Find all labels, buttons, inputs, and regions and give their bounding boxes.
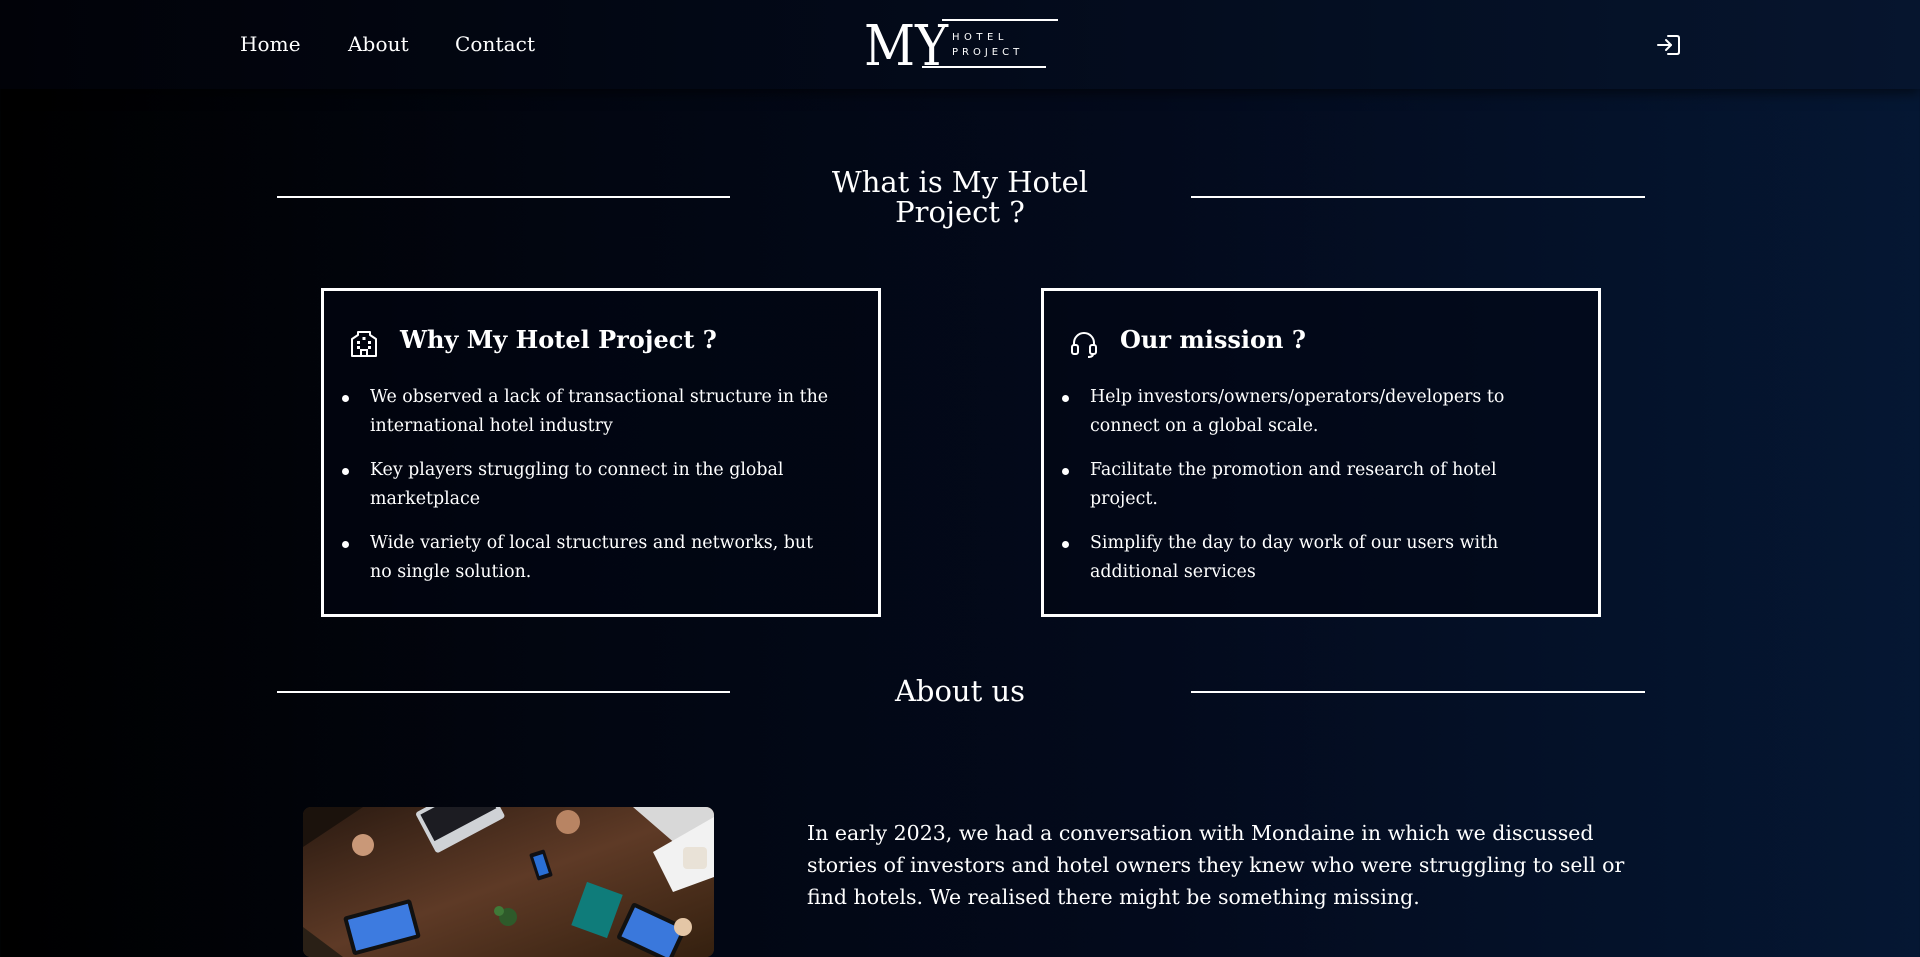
login-icon[interactable] <box>1655 33 1681 57</box>
section-divider-right <box>1191 196 1645 198</box>
building-icon <box>351 331 377 357</box>
list-item: Key players struggling to connect in the… <box>342 456 840 514</box>
list-item: Wide variety of local structures and net… <box>342 529 840 587</box>
card-title: Our mission ? <box>1120 325 1306 354</box>
logo-project-text: PROJECT <box>952 47 1023 58</box>
section-divider-right <box>1191 691 1645 693</box>
card-title: Why My Hotel Project ? <box>400 325 717 354</box>
list-item: We observed a lack of transactional stru… <box>342 383 840 441</box>
list-item: Help investors/owners/operators/develope… <box>1062 383 1560 441</box>
nav-about-link[interactable]: About <box>348 31 409 57</box>
logo-hotel-text: HOTEL <box>952 32 1008 43</box>
section-title-what-is: What is My Hotel Project ? <box>780 167 1140 227</box>
list-item: Facilitate the promotion and research of… <box>1062 456 1560 514</box>
card-bullet-list: We observed a lack of transactional stru… <box>342 383 840 602</box>
top-navigation-bar: Home About Contact MY HOTEL PROJECT <box>0 0 1920 89</box>
nav-home-link[interactable]: Home <box>240 31 301 57</box>
why-card: Why My Hotel Project ? We observed a lac… <box>321 288 881 617</box>
list-item: Simplify the day to day work of our user… <box>1062 529 1560 587</box>
section-title-line-1: What is My Hotel <box>831 165 1089 199</box>
card-bullet-list: Help investors/owners/operators/develope… <box>1062 383 1560 602</box>
section-divider-left <box>277 196 730 198</box>
logo-monogram: MY <box>864 14 949 72</box>
section-title-about-us: About us <box>894 674 1026 708</box>
site-logo[interactable]: MY HOTEL PROJECT <box>862 14 1060 72</box>
section-divider-left <box>277 691 730 693</box>
mission-card: Our mission ? Help investors/owners/oper… <box>1041 288 1601 617</box>
headset-icon <box>1071 332 1097 358</box>
meeting-table-photo <box>303 807 714 957</box>
section-title-line-2: Project ? <box>895 195 1025 229</box>
about-description: In early 2023, we had a conversation wit… <box>807 821 1625 909</box>
nav-contact-link[interactable]: Contact <box>455 31 535 57</box>
